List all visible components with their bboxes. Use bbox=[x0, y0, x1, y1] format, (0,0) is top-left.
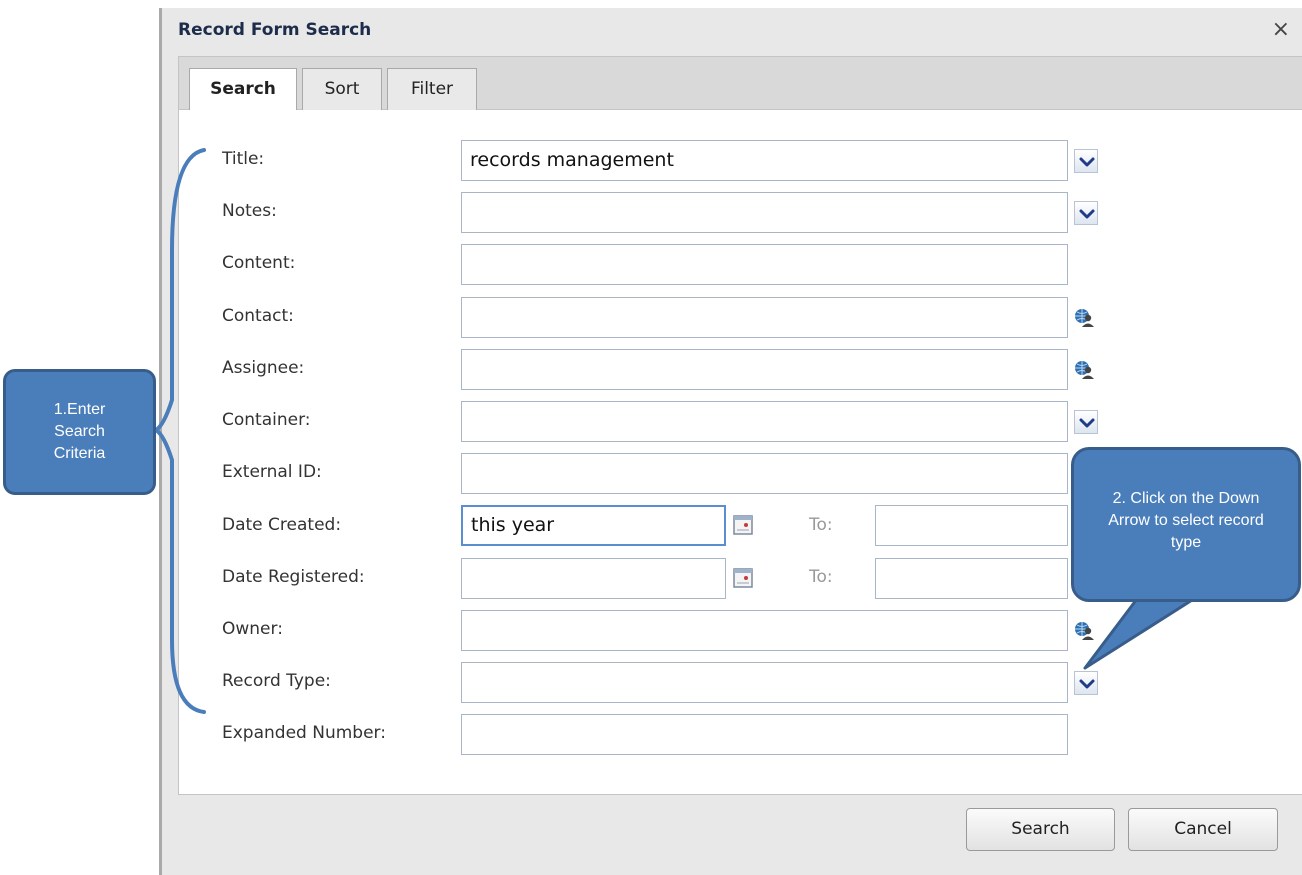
bracket-annotation bbox=[152, 148, 206, 714]
callout-text: 1.Enter Search Criteria bbox=[53, 401, 106, 462]
callout-text: 2. Click on the Down Arrow to select rec… bbox=[1108, 490, 1264, 551]
callout-pointer bbox=[1083, 593, 1202, 670]
callout-click-down-arrow: 2. Click on the Down Arrow to select rec… bbox=[1071, 447, 1301, 602]
annotation-overlay bbox=[152, 148, 1202, 714]
callout-enter-search-criteria: 1.Enter Search Criteria bbox=[3, 369, 156, 495]
